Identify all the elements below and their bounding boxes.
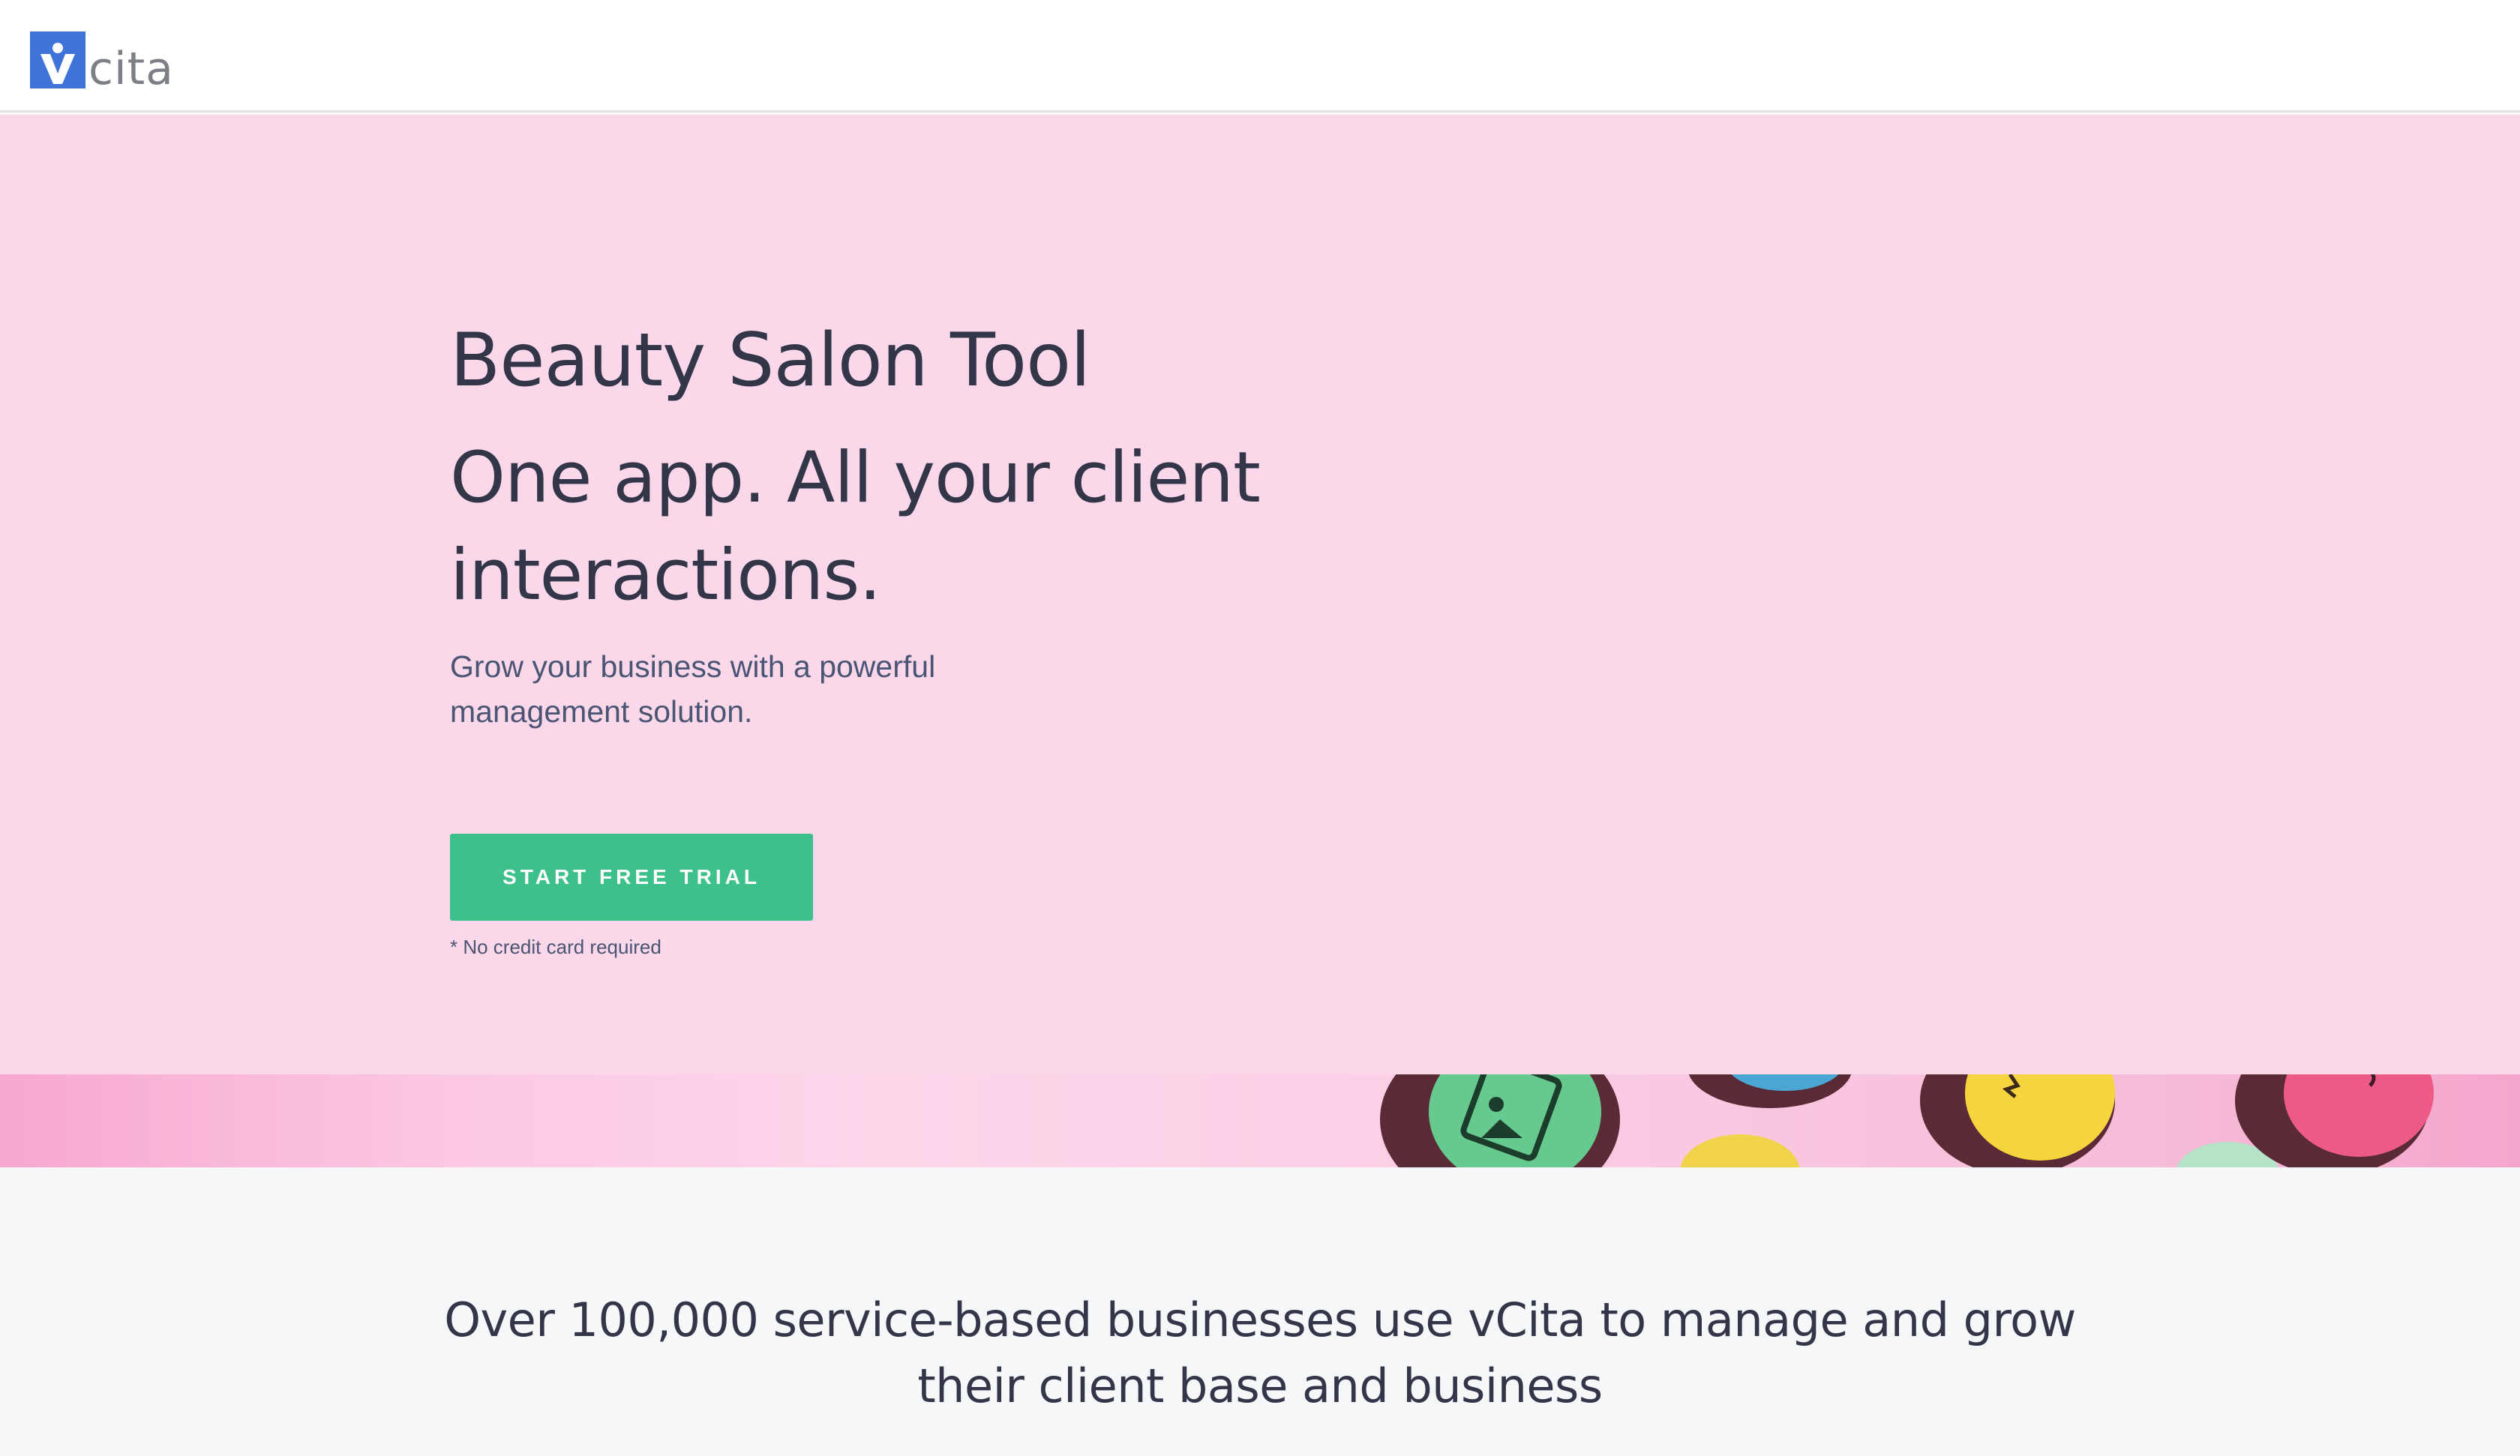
blue-egg-icon xyxy=(1688,1074,1852,1108)
decorative-eggs-strip xyxy=(0,1074,2520,1167)
logo-mark xyxy=(30,31,86,88)
small-yellow-egg xyxy=(1680,1134,1800,1167)
social-proof-section: Over 100,000 service-based businesses us… xyxy=(0,1167,2520,1456)
logo-text: cita xyxy=(88,43,174,95)
hero-subheadline: Grow your business with a powerful manag… xyxy=(450,649,936,729)
pink-egg-icon xyxy=(2235,1074,2434,1167)
yellow-egg-icon xyxy=(1920,1074,2115,1167)
hero-title: Beauty Salon Tool xyxy=(450,318,1090,403)
hero-section: Beauty Salon Tool One app. All your clie… xyxy=(0,115,2520,1074)
top-header: cita xyxy=(0,0,2520,112)
no-credit-card-note: * No credit card required xyxy=(450,936,662,958)
social-proof-text: Over 100,000 service-based businesses us… xyxy=(444,1293,2076,1413)
green-egg-document-icon xyxy=(1380,1074,1620,1167)
vcita-logo[interactable]: cita xyxy=(30,28,174,95)
hero-headline: One app. All your client interactions. xyxy=(450,437,1261,616)
start-free-trial-button[interactable]: START FREE TRIAL xyxy=(450,834,813,921)
